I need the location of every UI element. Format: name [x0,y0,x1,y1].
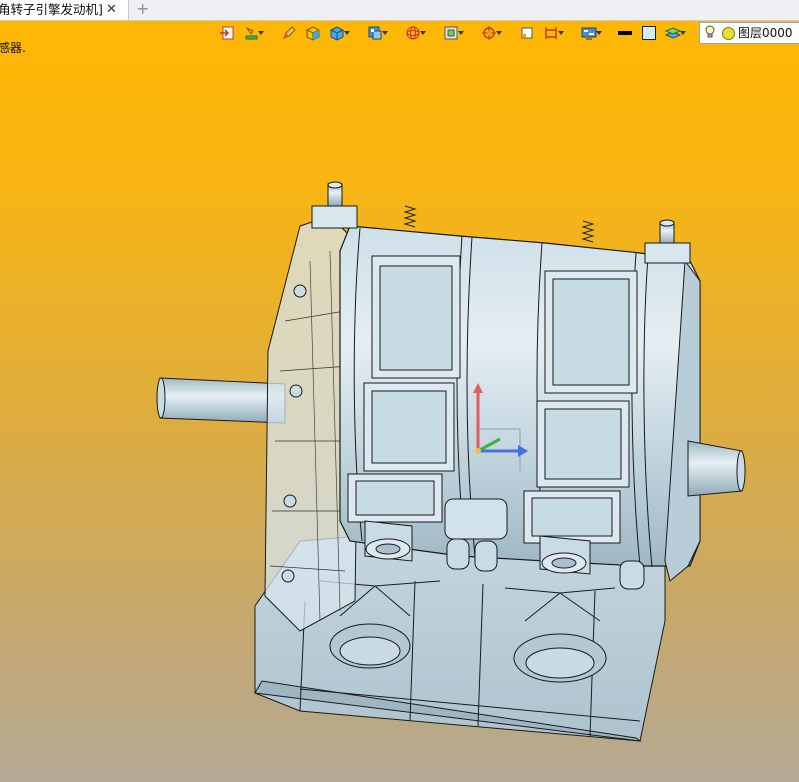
close-tab-icon[interactable]: ✕ [106,0,117,20]
document-tab[interactable]: 角转子引擎发动机] ✕ [0,0,129,20]
add-tab-icon[interactable]: + [136,0,149,19]
engine-model[interactable] [0,21,799,782]
rotor-housing [339,225,701,568]
tab-bar: 角转子引擎发动机] ✕ + [0,0,799,21]
3d-viewport[interactable]: 感器. 图层0000 [0,21,799,782]
left-shaft [156,377,286,424]
document-tab-label: 角转子引擎发动机] [0,2,103,17]
